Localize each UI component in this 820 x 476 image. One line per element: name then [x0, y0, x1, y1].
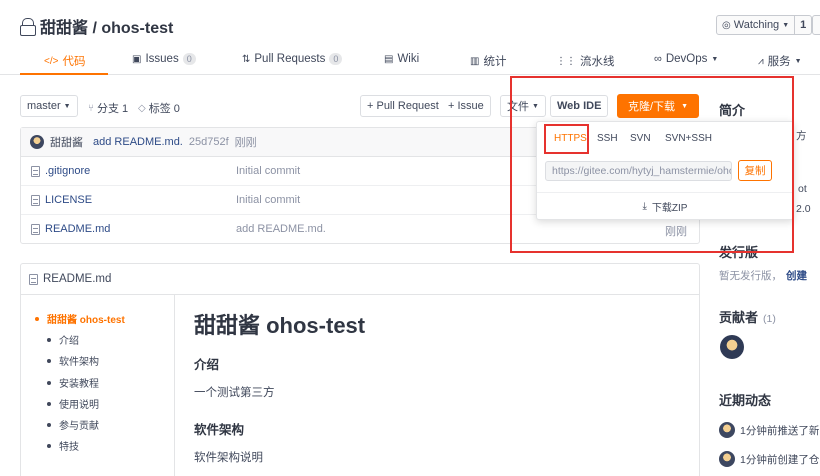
- watch-label: Watching: [733, 19, 780, 31]
- readme-header: README.md: [21, 264, 699, 295]
- contributors-header: 贡献者 (1): [719, 310, 776, 325]
- tab-pipeline[interactable]: ⋮⋮ 流水线: [556, 53, 615, 69]
- readme-heading-arch: 软件架构: [194, 423, 245, 437]
- intro-text-fragment: 方: [796, 130, 807, 142]
- watch-button[interactable]: ◎ Watching ▼ 1: [716, 15, 813, 35]
- commit-message[interactable]: add README.md.: [93, 136, 183, 148]
- issues-count-badge: 0: [182, 53, 196, 65]
- star-button[interactable]: [812, 15, 820, 35]
- pull-request-icon: ⇅: [242, 53, 251, 65]
- new-pull-request-button[interactable]: + Pull Request: [360, 95, 446, 117]
- file-link[interactable]: .gitignore: [31, 165, 90, 177]
- highlight-box: [510, 76, 794, 253]
- create-release-link[interactable]: 创建: [786, 268, 807, 283]
- avatar: [719, 422, 735, 438]
- tab-devops[interactable]: ∞ DevOps ▼: [654, 53, 718, 65]
- tab-stats[interactable]: ▥ 统计: [470, 53, 506, 69]
- new-issue-button[interactable]: + Issue: [442, 95, 491, 117]
- activity-item[interactable]: 1分钟前推送了新: [719, 422, 819, 438]
- avatar: [719, 451, 735, 467]
- highlight-box: [544, 124, 589, 154]
- tags-link[interactable]: ◇ 标签 0: [138, 100, 180, 116]
- tab-service[interactable]: ⩘ 服务 ▼: [758, 53, 802, 69]
- file-commit-message[interactable]: Initial commit: [236, 165, 300, 177]
- activity-item[interactable]: 1分钟前创建了仓: [719, 451, 819, 467]
- intro-text-fragment: ot: [798, 183, 807, 195]
- tag-icon: ◇: [138, 102, 146, 114]
- pipeline-icon: ⋮⋮: [556, 55, 576, 67]
- file-icon: [29, 273, 38, 285]
- chevron-down-icon: ▼: [782, 21, 790, 29]
- toc-item[interactable]: 甜甜酱 ohos-test: [35, 311, 125, 326]
- chevron-down-icon: ▼: [63, 102, 71, 110]
- devops-icon: ∞: [654, 53, 662, 65]
- toc-item[interactable]: 使用说明: [47, 396, 99, 411]
- code-icon: </>: [44, 55, 59, 67]
- branches-link[interactable]: ⑂ 分支 1: [88, 100, 128, 116]
- file-commit-message[interactable]: Initial commit: [236, 194, 300, 206]
- readme-paragraph-intro: 一个测试第三方: [194, 387, 275, 399]
- toc-item[interactable]: 安装教程: [47, 375, 99, 390]
- file-commit-message[interactable]: add README.md.: [236, 223, 326, 235]
- release-info: 暂无发行版， 创建: [719, 268, 807, 283]
- branch-select[interactable]: master ▼: [20, 95, 78, 117]
- pull-requests-count-badge: 0: [329, 53, 343, 65]
- tab-code[interactable]: </> 代码: [44, 53, 85, 69]
- repo-title: 甜甜酱 / ohos-test: [20, 14, 173, 38]
- readme-panel: README.md 甜甜酱 ohos-test 介绍 软件架构 安装教程 使用说…: [20, 263, 700, 476]
- eye-icon: ◎: [722, 19, 731, 31]
- file-icon: [31, 165, 40, 177]
- avatar[interactable]: [720, 335, 744, 359]
- stats-icon: ▥: [470, 55, 480, 67]
- toc-item[interactable]: 介绍: [47, 332, 79, 347]
- branch-icon: ⑂: [88, 102, 94, 114]
- chevron-down-icon: ▼: [794, 57, 802, 65]
- repo-title-text[interactable]: 甜甜酱 / ohos-test: [40, 14, 173, 38]
- readme-paragraph-arch: 软件架构说明: [194, 452, 263, 464]
- active-tab-indicator: [20, 73, 108, 75]
- issue-icon: ▣: [132, 53, 142, 65]
- file-link[interactable]: README.md: [31, 223, 110, 235]
- toc-item[interactable]: 软件架构: [47, 353, 99, 368]
- file-link[interactable]: LICENSE: [31, 194, 92, 206]
- file-icon: [31, 223, 40, 235]
- avatar[interactable]: [30, 135, 44, 149]
- watch-count[interactable]: 1: [794, 16, 811, 34]
- tab-issues[interactable]: ▣ Issues 0: [132, 53, 196, 65]
- wiki-icon: ▤: [384, 53, 394, 65]
- toc-item[interactable]: 参与贡献: [47, 417, 99, 432]
- readme-heading-intro: 介绍: [194, 358, 220, 372]
- tab-pull-requests[interactable]: ⇅ Pull Requests 0: [242, 53, 343, 65]
- lock-icon: [20, 18, 36, 36]
- tab-wiki[interactable]: ▤ Wiki: [384, 53, 419, 65]
- repo-nav: </> 代码 ▣ Issues 0 ⇅ Pull Requests 0 ▤ Wi…: [0, 48, 820, 75]
- commit-author[interactable]: 甜甜酱: [50, 134, 83, 150]
- commit-time: 刚刚: [234, 137, 257, 149]
- chevron-down-icon: ▼: [711, 55, 719, 63]
- readme-toc: 甜甜酱 ohos-test 介绍 软件架构 安装教程 使用说明 参与贡献 特技: [21, 295, 175, 476]
- readme-title: 甜甜酱 ohos-test: [194, 313, 366, 338]
- intro-text-fragment: 2.0: [796, 203, 811, 215]
- commit-hash[interactable]: 25d752f: [189, 136, 229, 148]
- toc-item[interactable]: 特技: [47, 438, 79, 453]
- file-icon: [31, 194, 40, 206]
- service-icon: ⩘: [758, 55, 764, 67]
- activity-title: 近期动态: [719, 393, 772, 408]
